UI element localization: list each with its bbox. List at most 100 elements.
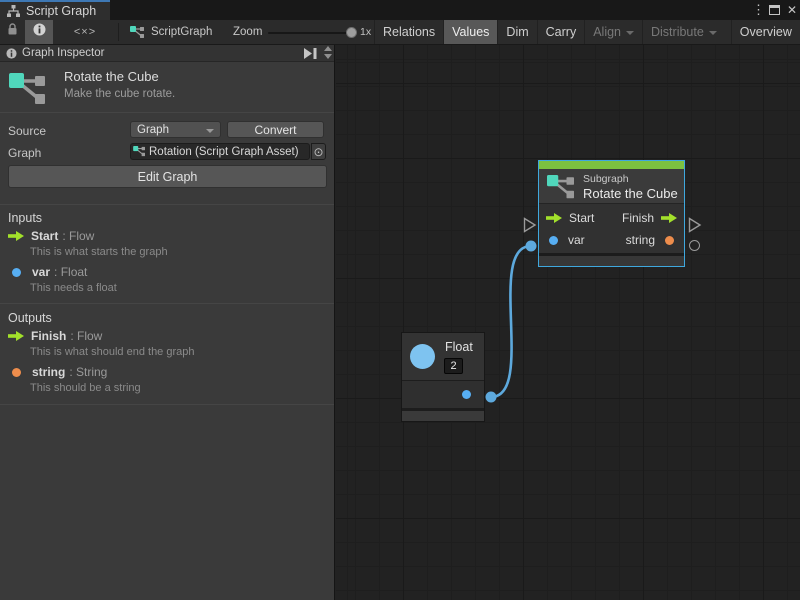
subgraph-node-footer xyxy=(539,253,684,266)
title-bar: Script Graph ⋮ ✕ xyxy=(0,0,800,20)
tab-script-graph[interactable]: Script Graph xyxy=(0,0,110,20)
lock-button[interactable] xyxy=(0,20,25,44)
float-node-footer xyxy=(402,411,484,421)
source-dropdown[interactable]: Graph xyxy=(130,121,221,138)
divider xyxy=(0,204,334,205)
graph-canvas[interactable]: Float 2 Subgraph Rotate the Cube xyxy=(336,45,800,600)
float-node[interactable]: Float 2 xyxy=(401,332,485,422)
float-node-body xyxy=(402,381,484,408)
align-dropdown[interactable]: Align xyxy=(584,20,642,44)
port-description: This needs a float xyxy=(30,282,117,294)
float-type-icon xyxy=(410,344,435,369)
graph-asset-name: Rotation (Script Graph Asset) xyxy=(149,146,299,158)
maximize-icon[interactable] xyxy=(769,5,780,15)
divider xyxy=(0,404,334,405)
port-type: : Float xyxy=(54,265,87,279)
edge-end-dot xyxy=(526,241,537,252)
port-name: var xyxy=(32,265,50,279)
port-description: This is what starts the graph xyxy=(30,246,168,258)
menu-kebab-icon[interactable]: ⋮ xyxy=(752,2,762,18)
string-port-icon xyxy=(12,368,21,377)
script-graph-icon xyxy=(130,26,145,39)
source-label: Source xyxy=(8,124,46,138)
divider xyxy=(0,112,334,113)
zoom-slider-knob[interactable] xyxy=(346,27,357,38)
subgraph-node-header: Subgraph Rotate the Cube xyxy=(539,169,684,204)
scroll-down-icon xyxy=(324,54,332,59)
values-button[interactable]: Values xyxy=(443,20,497,44)
graph-asset-field[interactable]: Rotation (Script Graph Asset) xyxy=(130,143,310,160)
subgraph-icon xyxy=(547,174,577,205)
info-icon xyxy=(33,23,46,41)
zoom-value: 1x xyxy=(360,20,371,44)
zoom-slider-track[interactable] xyxy=(268,32,356,34)
dim-button[interactable]: Dim xyxy=(497,20,536,44)
lock-icon xyxy=(7,23,18,41)
inspector-toggle-button[interactable] xyxy=(25,20,53,44)
flow-out-port[interactable] xyxy=(661,213,677,223)
connection-edge xyxy=(336,45,800,600)
overview-button[interactable]: Overview xyxy=(731,20,800,44)
breadcrumb-label: ScriptGraph xyxy=(151,26,212,38)
subgraph-asset-icon xyxy=(9,73,49,110)
port-type: : Flow xyxy=(62,229,94,243)
convert-button[interactable]: Convert xyxy=(227,121,324,138)
port-name: Finish xyxy=(31,329,66,343)
align-label: Align xyxy=(593,25,621,39)
panel-scroll-spinner[interactable] xyxy=(324,46,332,59)
relations-button[interactable]: Relations xyxy=(374,20,443,44)
graph-title: Rotate the Cube xyxy=(64,69,159,84)
inspector-header: Graph Inspector xyxy=(0,45,334,62)
port-type: : String xyxy=(69,365,107,379)
float-value-field[interactable]: 2 xyxy=(444,358,463,374)
flow-entry-triangle-icon[interactable] xyxy=(523,217,537,233)
scroll-up-icon xyxy=(324,46,332,51)
toolbar-separator xyxy=(118,23,119,41)
port-description: This should be a string xyxy=(30,382,141,394)
float-port-icon xyxy=(12,268,21,277)
dock-panel-icon[interactable] xyxy=(304,48,318,59)
chevron-down-icon xyxy=(709,31,717,35)
chevron-down-icon xyxy=(626,31,634,35)
divider xyxy=(0,303,334,304)
graph-field-label: Graph xyxy=(8,146,41,160)
close-icon[interactable]: ✕ xyxy=(787,3,797,17)
object-picker-icon[interactable]: ⊙ xyxy=(311,143,326,160)
node-title: Rotate the Cube xyxy=(583,186,678,201)
unity-script-graph-window: Script Graph ⋮ ✕ <×> ScriptGraph Zoom xyxy=(0,0,800,600)
code-preview-button[interactable]: <×> xyxy=(62,20,108,44)
node-kind-badge: Subgraph xyxy=(583,173,629,185)
var-input-port[interactable] xyxy=(549,236,558,245)
port-row-flow: Start Finish xyxy=(539,207,684,229)
port-description: This is what should end the graph xyxy=(30,346,195,358)
inputs-heading: Inputs xyxy=(8,211,42,225)
carry-button[interactable]: Carry xyxy=(537,20,585,44)
edit-graph-button[interactable]: Edit Graph xyxy=(8,165,327,188)
graph-description: Make the cube rotate. xyxy=(64,88,175,100)
toolbar-buttons: Relations Values Dim Carry Align Distrib… xyxy=(374,20,800,44)
node-accent-bar xyxy=(539,161,684,169)
breadcrumb-scriptgraph[interactable]: ScriptGraph xyxy=(130,20,212,44)
flow-in-port[interactable] xyxy=(546,213,562,223)
finish-port-label: Finish xyxy=(622,211,654,225)
value-exit-circle-icon[interactable] xyxy=(689,240,700,251)
subgraph-node[interactable]: Subgraph Rotate the Cube Start Finish xyxy=(538,160,685,267)
float-node-header: Float 2 xyxy=(402,333,484,380)
node-port-rows: Start Finish var string xyxy=(539,204,684,253)
float-output-port[interactable] xyxy=(462,390,471,399)
port-type: : Flow xyxy=(70,329,102,343)
flow-exit-triangle-icon[interactable] xyxy=(688,217,702,233)
graph-hierarchy-icon xyxy=(7,5,20,17)
source-value: Graph xyxy=(137,124,169,136)
distribute-label: Distribute xyxy=(651,25,704,39)
flow-arrow-icon xyxy=(8,331,24,341)
input-port-start: Start : Flow xyxy=(8,229,94,243)
graph-inspector-panel: Graph Inspector Rotate the Cube Make the… xyxy=(0,45,335,600)
outputs-heading: Outputs xyxy=(8,311,52,325)
string-output-port[interactable] xyxy=(665,236,674,245)
float-node-title: Float xyxy=(445,340,473,354)
output-port-string: string : String xyxy=(8,365,107,379)
distribute-dropdown[interactable]: Distribute xyxy=(642,20,725,44)
input-port-var: var : Float xyxy=(8,265,87,279)
tab-label: Script Graph xyxy=(26,4,96,18)
